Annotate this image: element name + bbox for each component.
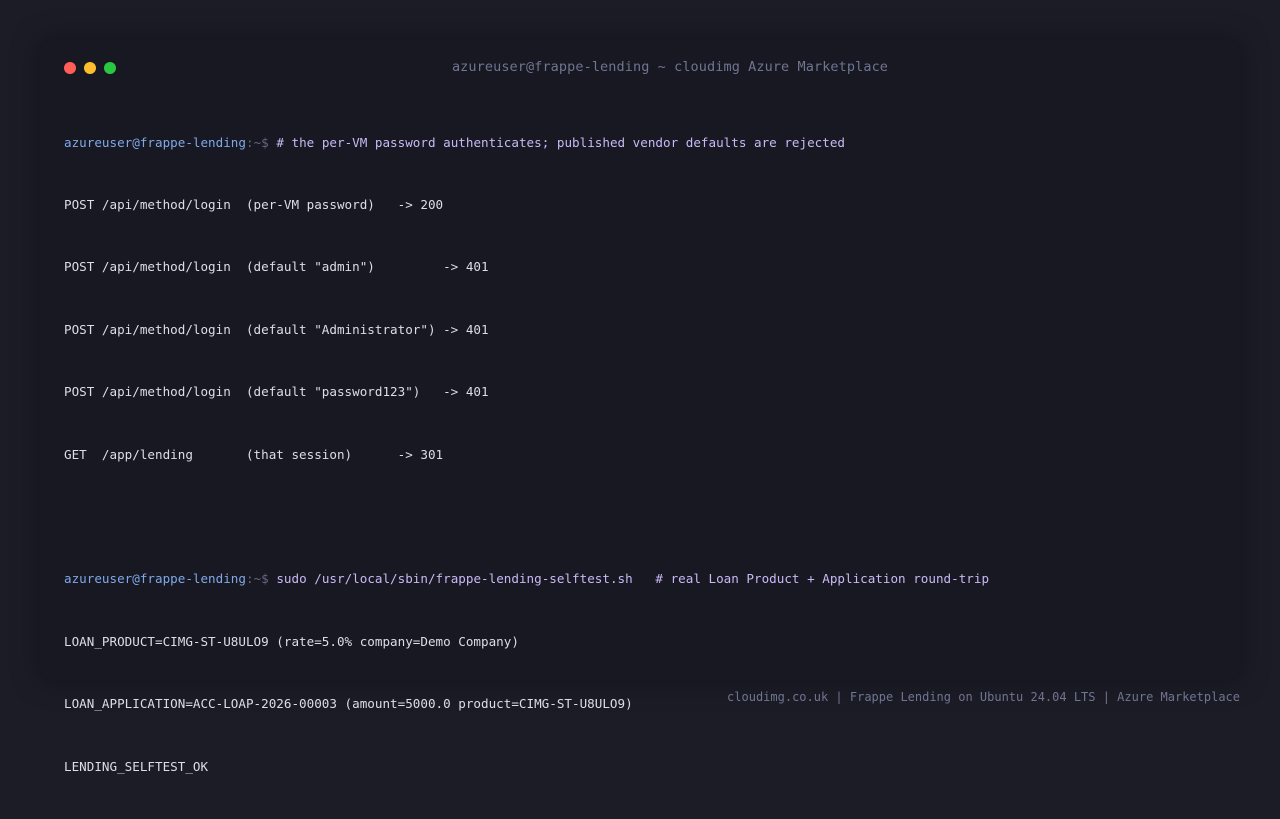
output-line: POST /api/method/login (default "admin")… (64, 259, 489, 275)
prompt-path: :~$ (245, 571, 277, 587)
output-line: GET /app/lending (that session) -> 301 (64, 446, 444, 462)
window-title: azureuser@frappe-lending ~ cloudimg Azur… (451, 59, 889, 75)
prompt-user: azureuser@frappe-lending (64, 571, 246, 587)
prompt-user: azureuser@frappe-lending (64, 134, 246, 150)
output-line: POST /api/method/login (default "passwor… (64, 384, 489, 400)
output-line: LOAN_PRODUCT=CIMG-ST-U8ULO9 (rate=5.0% c… (64, 633, 519, 649)
command-text: sudo /usr/local/sbin/frappe-lending-self… (276, 571, 990, 587)
prompt-line: azureuser@frappe-lending:~$ sudo /usr/lo… (64, 569, 1224, 590)
output-line: POST /api/method/login (per-VM password)… (64, 196, 444, 212)
terminal-window: azureuser@frappe-lending ~ cloudimg Azur… (40, 40, 1240, 774)
prompt-path: :~$ (245, 134, 277, 150)
prompt-line: azureuser@frappe-lending:~$ # the per-VM… (64, 133, 1224, 154)
output-line: POST /api/method/login (default "Adminis… (64, 321, 489, 337)
command-text: # the per-VM password authenticates; pub… (276, 134, 845, 150)
terminal-output[interactable]: azureuser@frappe-lending:~$ # the per-VM… (64, 91, 1224, 819)
window-titlebar: azureuser@frappe-lending ~ cloudimg Azur… (40, 40, 1240, 96)
footer-caption: cloudimg.co.uk | Frappe Lending on Ubunt… (727, 690, 1240, 704)
output-line: LENDING_SELFTEST_OK (64, 758, 209, 774)
